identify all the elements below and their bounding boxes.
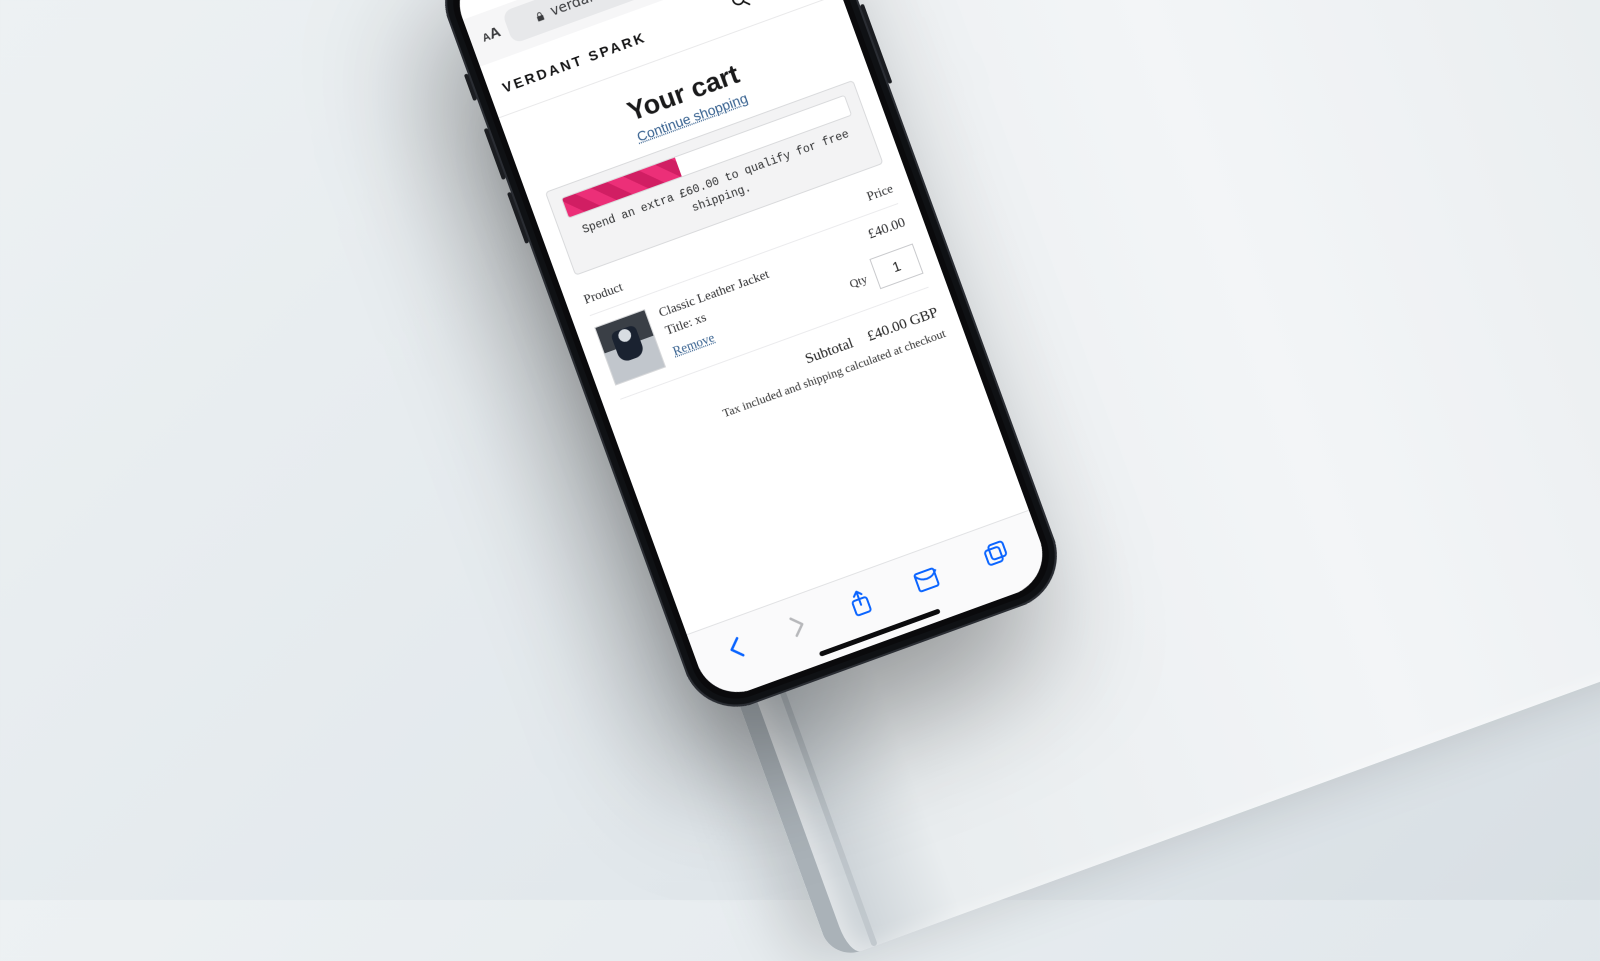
nav-forward-button[interactable] — [785, 610, 811, 641]
col-product: Product — [581, 278, 624, 307]
tabs-button[interactable] — [979, 537, 1012, 570]
forward-icon — [785, 610, 811, 641]
text-size-button[interactable]: AA — [479, 23, 502, 45]
lock-icon — [533, 8, 548, 24]
bookmarks-icon — [910, 563, 943, 594]
price-column: £40.00 Qty 1 — [829, 215, 924, 300]
search-button[interactable] — [727, 0, 754, 17]
search-icon — [727, 0, 753, 12]
product-thumbnail[interactable] — [594, 308, 666, 385]
volume-up-button — [484, 128, 506, 180]
share-icon — [845, 586, 875, 620]
silence-switch — [464, 73, 477, 101]
col-price: Price — [864, 180, 895, 204]
qty-input[interactable]: 1 — [869, 243, 923, 289]
volume-down-button — [507, 192, 529, 244]
back-icon — [724, 632, 750, 663]
cart-button[interactable]: 1 — [760, 0, 789, 6]
nav-back-button[interactable] — [724, 632, 750, 663]
bookmarks-button[interactable] — [910, 563, 943, 594]
tabs-icon — [979, 537, 1012, 570]
share-button[interactable] — [845, 586, 875, 620]
bag-icon — [760, 0, 788, 1]
